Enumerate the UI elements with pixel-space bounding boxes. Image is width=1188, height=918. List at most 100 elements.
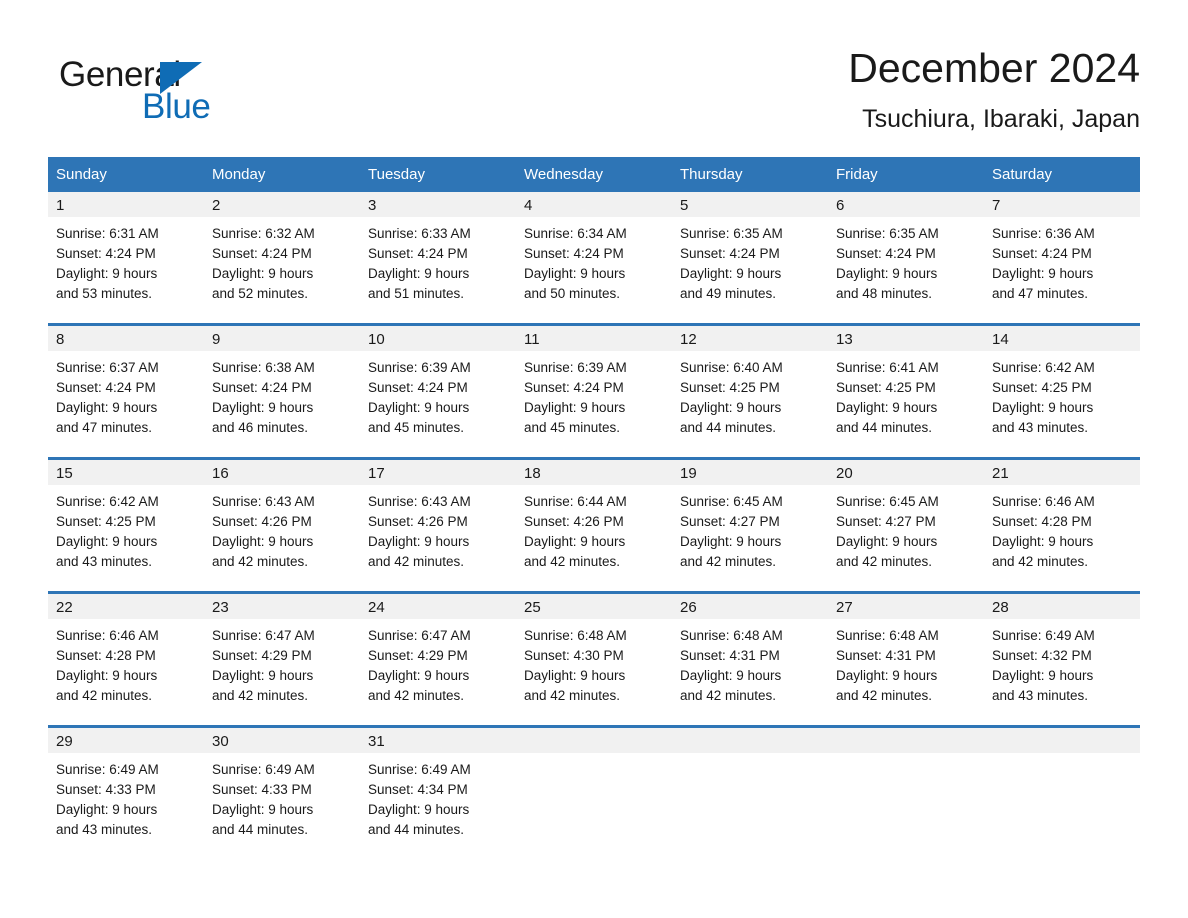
calendar-day-cell[interactable]: 8 Sunrise: 6:37 AM Sunset: 4:24 PM Daylight… (48, 323, 204, 459)
daylight-text-line2: and 42 minutes. (524, 688, 621, 703)
day-number (828, 728, 984, 753)
calendar-day-cell[interactable]: 17 Sunrise: 6:43 AM Sunset: 4:26 PM Dayligh… (360, 457, 516, 593)
daylight-text-line2: and 42 minutes. (212, 554, 309, 569)
sunrise-text: Sunrise: 6:39 AM (524, 360, 627, 375)
calendar-day-cell[interactable]: 14 Sunrise: 6:42 AM Sunset: 4:25 PM Dayligh… (984, 323, 1140, 459)
daylight-text-line2: and 47 minutes. (992, 286, 1089, 301)
calendar-day-cell[interactable]: 31 Sunrise: 6:49 AM Sunset: 4:34 PM Dayligh… (360, 725, 516, 859)
brand-name-blue: Blue (142, 87, 211, 126)
calendar-day-cell[interactable]: 2 Sunrise: 6:32 AM Sunset: 4:24 PM Daylight… (204, 192, 360, 325)
calendar-day-cell[interactable]: 30 Sunrise: 6:49 AM Sunset: 4:33 PM Dayligh… (204, 725, 360, 859)
daylight-text-line2: and 43 minutes. (992, 688, 1089, 703)
calendar-day-cell[interactable]: 23 Sunrise: 6:47 AM Sunset: 4:29 PM Dayligh… (204, 591, 360, 727)
calendar-day-cell[interactable]: 13 Sunrise: 6:41 AM Sunset: 4:25 PM Dayligh… (828, 323, 984, 459)
title-block: December 2024 Tsuchiura, Ibaraki, Japan (848, 40, 1140, 136)
sunset-text: Sunset: 4:29 PM (368, 648, 468, 663)
calendar-day-cell[interactable]: 12 Sunrise: 6:40 AM Sunset: 4:25 PM Dayligh… (672, 323, 828, 459)
weekday-header-saturday: Saturday (984, 157, 1140, 192)
calendar-day-cell[interactable]: 10 Sunrise: 6:39 AM Sunset: 4:24 PM Dayligh… (360, 323, 516, 459)
daycell: 12 Sunrise: 6:40 AM Sunset: 4:25 PM Dayligh… (672, 326, 828, 457)
daylight-text-line1: Daylight: 9 hours (992, 534, 1094, 549)
daycell: 18 Sunrise: 6:44 AM Sunset: 4:26 PM Dayligh… (516, 460, 672, 591)
calendar-day-cell[interactable]: 5 Sunrise: 6:35 AM Sunset: 4:24 PM Daylight… (672, 192, 828, 325)
daylight-text-line1: Daylight: 9 hours (56, 668, 158, 683)
calendar-page: General Blue December 2024 Tsuchiura, Ib… (0, 0, 1188, 918)
calendar-day-cell[interactable]: 22 Sunrise: 6:46 AM Sunset: 4:28 PM Dayligh… (48, 591, 204, 727)
calendar-day-cell[interactable]: 16 Sunrise: 6:43 AM Sunset: 4:26 PM Dayligh… (204, 457, 360, 593)
daylight-text-line2: and 42 minutes. (680, 554, 777, 569)
sunset-text: Sunset: 4:28 PM (56, 648, 156, 663)
sunrise-text: Sunrise: 6:49 AM (368, 762, 471, 777)
daylight-text-line2: and 52 minutes. (212, 286, 309, 301)
sunset-text: Sunset: 4:24 PM (212, 246, 312, 261)
daycell: 7 Sunrise: 6:36 AM Sunset: 4:24 PM Daylight… (984, 192, 1140, 323)
calendar-day-cell[interactable]: 21 Sunrise: 6:46 AM Sunset: 4:28 PM Dayligh… (984, 457, 1140, 593)
daylight-text-line1: Daylight: 9 hours (992, 668, 1094, 683)
calendar-day-cell[interactable]: 15 Sunrise: 6:42 AM Sunset: 4:25 PM Dayligh… (48, 457, 204, 593)
day-number: 23 (204, 594, 360, 619)
calendar-day-cell[interactable]: 24 Sunrise: 6:47 AM Sunset: 4:29 PM Dayligh… (360, 591, 516, 727)
day-info: Sunrise: 6:39 AM Sunset: 4:24 PM Daylight:… (360, 351, 516, 438)
day-number: 11 (516, 326, 672, 351)
sunrise-text: Sunrise: 6:39 AM (368, 360, 471, 375)
day-number: 14 (984, 326, 1140, 351)
sunrise-text: Sunrise: 6:49 AM (56, 762, 159, 777)
daycell: 21 Sunrise: 6:46 AM Sunset: 4:28 PM Dayligh… (984, 460, 1140, 591)
calendar-day-cell[interactable]: 3 Sunrise: 6:33 AM Sunset: 4:24 PM Daylight… (360, 192, 516, 325)
day-info: Sunrise: 6:46 AM Sunset: 4:28 PM Daylight:… (984, 485, 1140, 572)
daylight-text-line1: Daylight: 9 hours (680, 400, 782, 415)
daycell: 24 Sunrise: 6:47 AM Sunset: 4:29 PM Dayligh… (360, 594, 516, 725)
daycell: 28 Sunrise: 6:49 AM Sunset: 4:32 PM Dayligh… (984, 594, 1140, 725)
calendar-day-cell[interactable]: 26 Sunrise: 6:48 AM Sunset: 4:31 PM Dayligh… (672, 591, 828, 727)
calendar-day-cell[interactable]: 11 Sunrise: 6:39 AM Sunset: 4:24 PM Dayligh… (516, 323, 672, 459)
daylight-text-line2: and 43 minutes. (992, 420, 1089, 435)
sunset-text: Sunset: 4:25 PM (836, 380, 936, 395)
calendar-week-row: 8 Sunrise: 6:37 AM Sunset: 4:24 PM Daylight… (48, 323, 1140, 459)
sunrise-text: Sunrise: 6:34 AM (524, 226, 627, 241)
day-info: Sunrise: 6:31 AM Sunset: 4:24 PM Daylight:… (48, 217, 204, 304)
sunset-text: Sunset: 4:27 PM (836, 514, 936, 529)
calendar-day-cell[interactable]: 6 Sunrise: 6:35 AM Sunset: 4:24 PM Daylight… (828, 192, 984, 325)
day-info (672, 753, 828, 760)
day-number: 12 (672, 326, 828, 351)
daycell: 15 Sunrise: 6:42 AM Sunset: 4:25 PM Dayligh… (48, 460, 204, 591)
daylight-text-line2: and 42 minutes. (56, 688, 153, 703)
calendar-day-cell[interactable]: 25 Sunrise: 6:48 AM Sunset: 4:30 PM Dayligh… (516, 591, 672, 727)
general-blue-logo[interactable]: General Blue (59, 54, 219, 130)
calendar-day-cell[interactable]: 7 Sunrise: 6:36 AM Sunset: 4:24 PM Daylight… (984, 192, 1140, 325)
day-info: Sunrise: 6:44 AM Sunset: 4:26 PM Daylight:… (516, 485, 672, 572)
daylight-text-line2: and 43 minutes. (56, 554, 153, 569)
calendar-day-cell[interactable]: 27 Sunrise: 6:48 AM Sunset: 4:31 PM Dayligh… (828, 591, 984, 727)
daylight-text-line2: and 49 minutes. (680, 286, 777, 301)
calendar-day-cell[interactable]: 9 Sunrise: 6:38 AM Sunset: 4:24 PM Daylight… (204, 323, 360, 459)
sunrise-text: Sunrise: 6:35 AM (680, 226, 783, 241)
daylight-text-line2: and 42 minutes. (836, 688, 933, 703)
sunset-text: Sunset: 4:24 PM (524, 380, 624, 395)
day-info: Sunrise: 6:40 AM Sunset: 4:25 PM Daylight:… (672, 351, 828, 438)
daylight-text-line2: and 53 minutes. (56, 286, 153, 301)
sunset-text: Sunset: 4:24 PM (368, 380, 468, 395)
calendar-day-cell[interactable]: 18 Sunrise: 6:44 AM Sunset: 4:26 PM Dayligh… (516, 457, 672, 593)
calendar-day-cell[interactable]: 28 Sunrise: 6:49 AM Sunset: 4:32 PM Dayligh… (984, 591, 1140, 727)
calendar-day-cell[interactable]: 29 Sunrise: 6:49 AM Sunset: 4:33 PM Dayligh… (48, 725, 204, 859)
daylight-text-line1: Daylight: 9 hours (524, 266, 626, 281)
calendar-header-row: Sunday Monday Tuesday Wednesday Thursday… (48, 157, 1140, 192)
daylight-text-line1: Daylight: 9 hours (212, 266, 314, 281)
daycell: 25 Sunrise: 6:48 AM Sunset: 4:30 PM Dayligh… (516, 594, 672, 725)
page-title: December 2024 (848, 45, 1140, 91)
calendar-day-cell[interactable]: 20 Sunrise: 6:45 AM Sunset: 4:27 PM Dayligh… (828, 457, 984, 593)
day-number: 1 (48, 192, 204, 217)
calendar-day-cell[interactable]: 19 Sunrise: 6:45 AM Sunset: 4:27 PM Dayligh… (672, 457, 828, 593)
day-number: 21 (984, 460, 1140, 485)
daylight-text-line2: and 42 minutes. (992, 554, 1089, 569)
calendar-day-cell[interactable]: 1 Sunrise: 6:31 AM Sunset: 4:24 PM Daylight… (48, 192, 204, 325)
daylight-text-line1: Daylight: 9 hours (992, 400, 1094, 415)
daylight-text-line2: and 48 minutes. (836, 286, 933, 301)
calendar-day-cell[interactable]: 4 Sunrise: 6:34 AM Sunset: 4:24 PM Daylight… (516, 192, 672, 325)
sunrise-text: Sunrise: 6:48 AM (680, 628, 783, 643)
day-number: 18 (516, 460, 672, 485)
day-number: 13 (828, 326, 984, 351)
daylight-text-line1: Daylight: 9 hours (368, 266, 470, 281)
sunrise-text: Sunrise: 6:33 AM (368, 226, 471, 241)
day-number: 5 (672, 192, 828, 217)
